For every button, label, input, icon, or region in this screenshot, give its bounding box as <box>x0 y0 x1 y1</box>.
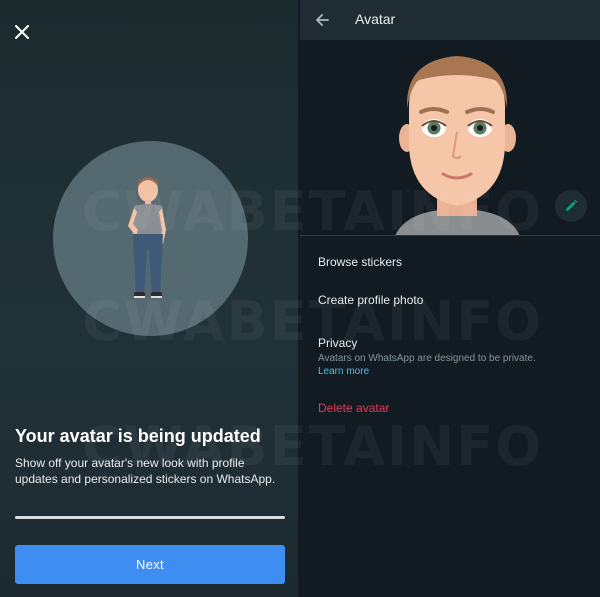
avatar-face-image <box>395 56 520 236</box>
avatar-hero <box>300 40 600 236</box>
progress-fill <box>15 516 285 519</box>
update-headline: Your avatar is being updated <box>15 426 261 446</box>
learn-more-link[interactable]: Learn more <box>318 366 369 377</box>
avatar-settings-screen: Avatar Browse stickers Create profile ph… <box>300 0 600 597</box>
close-icon <box>15 25 29 39</box>
update-progress-bar <box>15 516 285 519</box>
back-arrow-icon <box>316 14 329 26</box>
pencil-icon <box>566 199 578 211</box>
close-button[interactable] <box>10 20 34 44</box>
edit-avatar-button[interactable] <box>555 190 587 222</box>
create-profile-photo-item[interactable]: Create profile photo <box>318 293 423 307</box>
privacy-description: Avatars on WhatsApp are designed to be p… <box>318 353 536 364</box>
browse-stickers-item[interactable]: Browse stickers <box>318 255 402 269</box>
app-bar: Avatar <box>300 0 600 40</box>
next-button[interactable]: Next <box>15 545 285 584</box>
privacy-item[interactable]: Privacy <box>318 336 357 350</box>
avatar-update-screen: Your avatar is being updated Show off yo… <box>0 0 298 597</box>
page-title: Avatar <box>355 11 396 27</box>
delete-avatar-item[interactable]: Delete avatar <box>318 401 389 415</box>
update-description: Show off your avatar's new look with pro… <box>15 456 276 486</box>
divider <box>300 235 600 236</box>
back-button[interactable] <box>312 10 332 30</box>
avatar-full-body-image <box>128 177 166 298</box>
